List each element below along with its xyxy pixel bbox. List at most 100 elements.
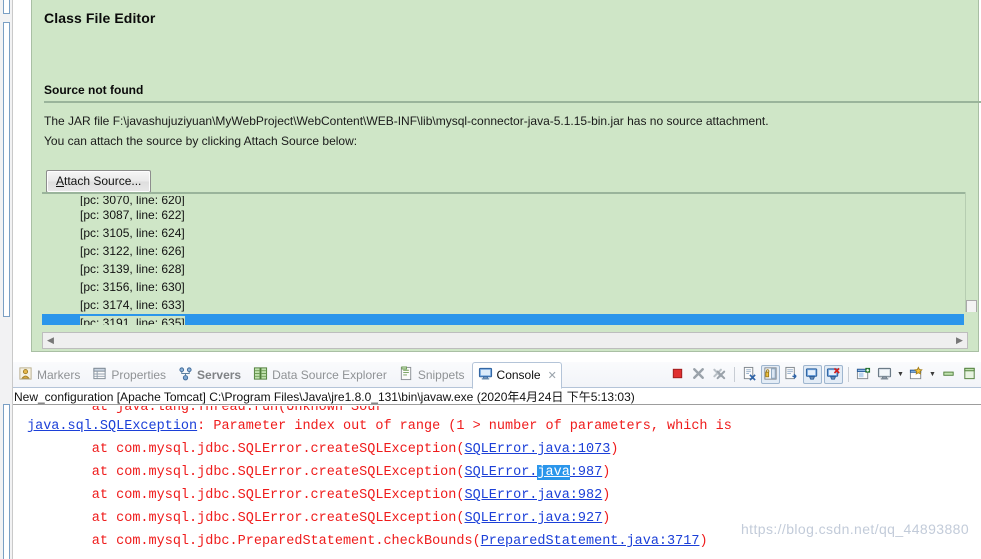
open-console-icon xyxy=(909,365,924,384)
remove-all-terminated-button[interactable] xyxy=(710,365,729,384)
stack-trace-link[interactable]: :987 xyxy=(570,465,602,480)
open-console-dropdown[interactable]: ▼ xyxy=(928,365,937,384)
servers-icon xyxy=(178,366,193,384)
tab-label: Console xyxy=(496,368,541,382)
bytecode-line[interactable]: [pc: 3156, line: 630] xyxy=(42,278,964,296)
stop-square-icon xyxy=(670,366,685,384)
stack-trace-text: at com.mysql.jdbc.SQLError.createSQLExce… xyxy=(27,488,465,503)
tab-snippets[interactable]: Snippets xyxy=(394,362,472,387)
left-window-rail xyxy=(0,0,13,559)
bytecode-divider xyxy=(42,192,968,194)
bytecode-horizontal-scrollbar[interactable]: ◀ ▶ xyxy=(42,332,968,349)
scroll-lock-button[interactable] xyxy=(761,365,780,384)
rail-segment-bottom xyxy=(3,404,10,559)
stack-trace-link[interactable]: java.sql.SQLException xyxy=(27,419,197,434)
stack-trace-text: ) xyxy=(699,534,708,549)
separator-2 xyxy=(848,367,849,382)
console-toolbar: ▼ ▼ xyxy=(668,362,981,387)
terminate-button[interactable] xyxy=(668,365,687,384)
source-attachment-panel: Class File Editor Source not found The J… xyxy=(32,0,981,193)
console-output-line: java.sql.SQLException: Parameter index o… xyxy=(27,415,981,438)
scroll-right-arrow-icon[interactable]: ▶ xyxy=(952,333,967,348)
stack-trace-link[interactable]: SQLError.java:1073 xyxy=(464,442,610,457)
remove-x-icon xyxy=(691,366,706,384)
display-console-icon xyxy=(877,366,892,384)
stack-trace-text: ) xyxy=(602,511,611,526)
source-not-found-heading: Source not found xyxy=(44,83,144,97)
attach-source-mnemonic: A xyxy=(56,174,65,188)
bytecode-scroll-down-arrow[interactable] xyxy=(965,312,978,325)
tab-properties[interactable]: Properties xyxy=(87,362,173,387)
bytecode-line-text: [pc: 3174, line: 633] xyxy=(80,298,185,312)
minimize-icon xyxy=(941,366,956,384)
word-wrap-button[interactable] xyxy=(782,365,801,384)
tab-label: Properties xyxy=(111,367,167,382)
clear-console-icon xyxy=(742,366,757,384)
rail-segment-top xyxy=(3,0,10,14)
tab-servers[interactable]: Servers xyxy=(173,362,248,387)
scroll-left-arrow-icon[interactable]: ◀ xyxy=(43,333,58,348)
attach-source-button[interactable]: Attach Source... xyxy=(46,170,152,193)
bytecode-line[interactable]: [pc: 3139, line: 628] xyxy=(42,260,964,278)
bytecode-line-text: [pc: 3070, line: 620] xyxy=(80,196,185,206)
bytecode-line[interactable]: [pc: 3191, line: 635] xyxy=(42,314,964,325)
attach-instruction-line: You can attach the source by clicking At… xyxy=(44,134,358,148)
remove-all-xx-icon xyxy=(712,366,727,384)
bytecode-listing-region: [pc: 3070, line: 620] [pc: 3087, line: 62… xyxy=(32,192,978,351)
stack-trace-text: at com.mysql.jdbc.SQLError.createSQLExce… xyxy=(27,511,465,526)
snippets-icon xyxy=(399,365,414,384)
bytecode-line-text: [pc: 3139, line: 628] xyxy=(80,262,185,276)
tab-data-source-explorer[interactable]: Data Source Explorer xyxy=(248,362,394,387)
clear-console-button[interactable] xyxy=(740,365,759,384)
data-source-explorer-icon xyxy=(253,366,268,384)
bytecode-line[interactable]: [pc: 3070, line: 620] xyxy=(42,196,964,206)
separator-1 xyxy=(734,367,735,382)
bytecode-line[interactable]: [pc: 3087, line: 622] xyxy=(42,206,964,224)
rail-segment-middle xyxy=(3,22,10,317)
stack-trace-text: ) xyxy=(602,465,611,480)
chevron-down-icon: ▼ xyxy=(897,371,904,378)
stack-trace-link[interactable]: SQLError. xyxy=(464,465,537,480)
console-output-line: at com.mysql.jdbc.SQLError.createSQLExce… xyxy=(27,484,981,507)
stack-trace-link[interactable]: PreparedStatement.java:3717 xyxy=(481,534,700,549)
console-output-line: at java.lang.Thread.run(Unknown Sour xyxy=(27,406,384,415)
bytecode-line-list[interactable]: [pc: 3070, line: 620] [pc: 3087, line: 62… xyxy=(42,196,964,325)
page-title: Class File Editor xyxy=(44,10,156,26)
console-process-label: New_configuration [Apache Tomcat] C:\Pro… xyxy=(13,388,981,405)
tab-label: Markers xyxy=(37,367,81,382)
class-file-editor: Class File Editor Source not found The J… xyxy=(13,0,981,360)
stack-trace-link-selected[interactable]: java xyxy=(537,465,570,480)
bytecode-line[interactable]: [pc: 3174, line: 633] xyxy=(42,296,964,314)
maximize-icon xyxy=(962,366,977,384)
pin-console-button[interactable] xyxy=(854,365,873,384)
open-console-button[interactable] xyxy=(907,365,926,384)
console-view: Markers Properties Servers Data Source Expl… xyxy=(13,361,981,559)
minimize-view-button[interactable] xyxy=(939,365,958,384)
attach-source-label: ttach Source... xyxy=(64,174,142,188)
editor-frame: Class File Editor Source not found The J… xyxy=(31,0,981,352)
tab-console[interactable]: Console ✕ xyxy=(471,361,562,389)
tab-markers[interactable]: Markers xyxy=(13,362,87,387)
show-console-stdout-icon xyxy=(805,366,820,384)
display-selected-console-button[interactable] xyxy=(875,365,894,384)
bytecode-line[interactable]: [pc: 3105, line: 624] xyxy=(42,224,964,242)
bytecode-line-text: [pc: 3156, line: 630] xyxy=(80,280,185,294)
console-output-line: at com.mysql.jdbc.SQLError.createSQLExce… xyxy=(27,438,981,461)
stack-trace-text: : Parameter index out of range (1 > numb… xyxy=(197,419,740,434)
stack-trace-text: at com.mysql.jdbc.SQLError.createSQLExce… xyxy=(27,442,465,457)
display-selected-console-dropdown[interactable]: ▼ xyxy=(896,365,905,384)
pin-console-icon xyxy=(856,366,871,384)
stack-trace-text: at com.mysql.jdbc.SQLError.createSQLExce… xyxy=(27,465,465,480)
show-console-on-error-button[interactable] xyxy=(824,365,843,384)
stack-trace-link[interactable]: SQLError.java:982 xyxy=(464,488,602,503)
console-output[interactable]: at java.lang.Thread.run(Unknown Sour java… xyxy=(13,406,981,559)
close-icon[interactable]: ✕ xyxy=(548,369,557,382)
bytecode-vertical-scrollbar[interactable] xyxy=(965,192,978,325)
show-console-on-output-button[interactable] xyxy=(803,365,822,384)
console-output-line: at com.mysql.jdbc.PreparedStatement.chec… xyxy=(27,530,981,553)
console-output-line: at com.mysql.jdbc.SQLError.createSQLExce… xyxy=(27,461,981,484)
stack-trace-link[interactable]: SQLError.java:927 xyxy=(464,511,602,526)
bytecode-line[interactable]: [pc: 3122, line: 626] xyxy=(42,242,964,260)
maximize-view-button[interactable] xyxy=(960,365,979,384)
remove-launch-button[interactable] xyxy=(689,365,708,384)
